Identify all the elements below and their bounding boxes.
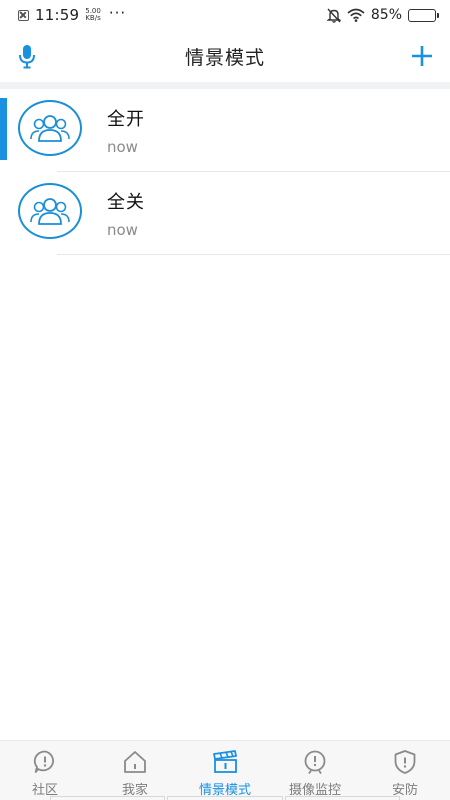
scene-avatar: [18, 100, 82, 156]
tab-security[interactable]: 安防: [360, 741, 450, 800]
group-icon: [30, 115, 70, 142]
tab-underline-decoration: [50, 796, 400, 800]
scene-text: 全关 now: [107, 188, 145, 239]
clapperboard-icon: [212, 749, 238, 775]
plus-icon: [412, 46, 432, 66]
microphone-icon: [19, 45, 35, 69]
more-notifications-icon: ···: [108, 4, 127, 22]
tab-community[interactable]: 社区: [0, 741, 90, 800]
scene-avatar: [18, 183, 82, 239]
voice-button[interactable]: [16, 44, 38, 70]
network-speed: 5.00 KB/s: [85, 8, 101, 22]
community-icon: [32, 749, 58, 775]
header: 情景模式: [0, 30, 450, 82]
status-left: 11:59 5.00 KB/s ···: [18, 4, 127, 24]
tab-camera-monitoring[interactable]: 摄像监控: [270, 741, 360, 800]
camera-icon: [302, 749, 328, 775]
status-bar: 11:59 5.00 KB/s ··· 85%: [0, 0, 450, 30]
list-divider: [57, 254, 450, 255]
add-scene-button[interactable]: [410, 44, 434, 68]
scene-list: 全开 now 全关 now: [0, 89, 450, 255]
underline-segment: [167, 796, 283, 800]
page-title: 情景模式: [184, 46, 265, 69]
battery-percent: 85%: [370, 7, 402, 23]
status-right: 85%: [326, 7, 439, 23]
tab-my-home[interactable]: 我家: [90, 741, 180, 800]
network-speed-unit: KB/s: [85, 14, 101, 22]
mute-bell-icon: [326, 8, 341, 23]
wifi-icon: [347, 8, 365, 22]
scene-name: 全关: [107, 192, 145, 213]
scene-item[interactable]: 全关 now: [0, 172, 450, 255]
underline-segment: [284, 796, 400, 800]
status-time: 11:59: [35, 6, 80, 24]
notification-close-icon: [18, 9, 29, 21]
selected-indicator: [0, 98, 7, 160]
tab-scene-mode[interactable]: 情景模式: [180, 741, 270, 800]
home-icon: [122, 749, 148, 775]
header-divider: [0, 82, 450, 89]
group-icon: [30, 198, 70, 225]
scene-item[interactable]: 全开 now: [0, 89, 450, 172]
scene-name: 全开: [107, 109, 145, 130]
bottom-tab-bar: 社区 我家 情景模式 摄像监控 安防: [0, 740, 450, 800]
scene-time: now: [107, 138, 138, 156]
underline-segment: [50, 796, 166, 800]
shield-icon: [392, 749, 418, 775]
battery-icon: [408, 8, 439, 22]
scene-time: now: [107, 221, 138, 239]
scene-text: 全开 now: [107, 105, 145, 156]
